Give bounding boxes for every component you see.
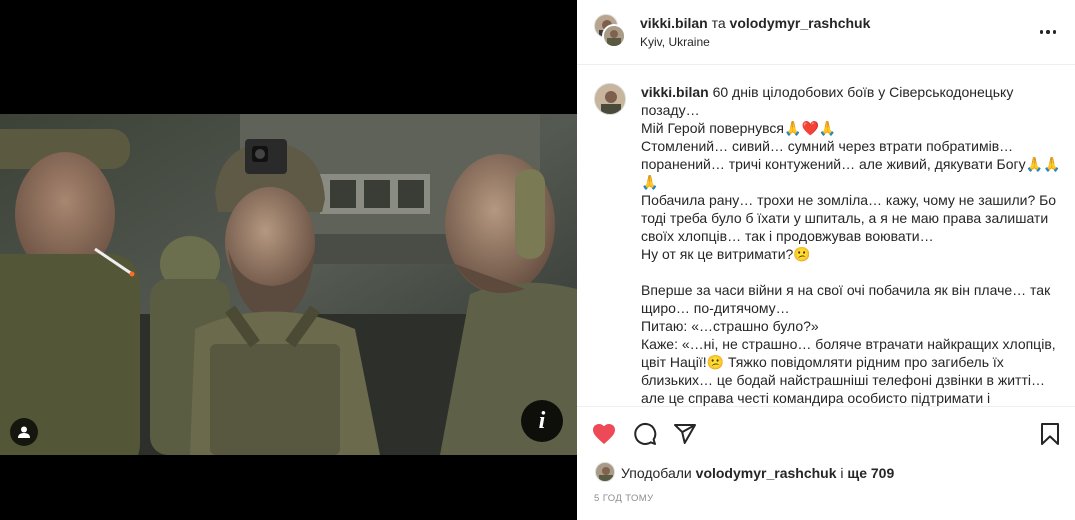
post-actions [577,406,1075,454]
dot-icon [1039,30,1044,34]
post-header: vikki.bilan та volodymyr_rashchuk Kyiv, … [577,0,1075,65]
caption-author-avatar[interactable] [594,83,626,115]
liker-avatar[interactable] [595,462,615,482]
heart-filled-icon [593,424,615,444]
post-timestamp[interactable]: 5 год тому [594,493,654,504]
tagged-users-button[interactable] [10,418,38,446]
like-button[interactable] [591,421,617,447]
likes-middle: і [840,465,844,481]
bookmark-icon [1041,423,1059,445]
avatar-image [595,84,625,114]
caption-line [641,263,1061,281]
user-tag-icon [18,426,30,438]
likes-text: Уподобали volodymyr_rashchuk і ще 709 [621,465,894,481]
caption-area: vikki.bilan 60 днів цілодобових боїв у С… [577,66,1075,406]
post-media-pane: i [0,0,577,520]
avatar-image [604,26,624,46]
caption-line: Каже: «…ні, не страшно… боляче втрачати … [641,336,1056,406]
caption-line: Мій Герой повернувся🙏❤️🙏 [641,120,837,136]
share-button[interactable] [672,421,698,447]
likes-count-link[interactable]: ще 709 [847,465,894,481]
post-caption: vikki.bilan 60 днів цілодобових боїв у С… [641,83,1061,406]
likes-prefix: Уподобали [621,465,692,481]
caption-line: Питаю: «…страшно було?» [641,318,819,334]
dot-icon [1052,30,1057,34]
likes-summary: Уподобали volodymyr_rashchuk і ще 709 [577,455,1075,485]
coauthor-username-link[interactable]: volodymyr_rashchuk [730,15,871,31]
location-link[interactable]: Kyiv, Ukraine [640,35,710,49]
photo-image [0,114,577,455]
info-icon: i [538,407,546,434]
author-username-link[interactable]: vikki.bilan [640,15,708,31]
caption-author-link[interactable]: vikki.bilan [641,84,709,100]
more-options-button[interactable] [1038,22,1058,42]
post-sidebar: vikki.bilan та volodymyr_rashchuk Kyiv, … [577,0,1075,520]
share-icon [674,424,696,444]
post-authors: vikki.bilan та volodymyr_rashchuk [640,15,870,31]
coauthor-avatar[interactable] [602,24,626,48]
authors-joiner: та [711,15,726,31]
avatar-image [596,463,614,481]
liker-username-link[interactable]: volodymyr_rashchuk [696,465,837,481]
caption-line: Стомлений… сивий… сумний через втрати по… [641,138,1061,190]
save-button[interactable] [1037,421,1063,447]
caption-line: Побачила рану… трохи не зомліла… кажу, ч… [641,192,1057,244]
post-photo[interactable] [0,114,577,455]
alt-info-button[interactable]: i [521,400,563,442]
caption-line: Вперше за часи війни я на свої очі побач… [641,282,1051,316]
comment-button[interactable] [632,421,658,447]
caption-line: vikki.bilan 60 днів цілодобових боїв у С… [641,83,1061,119]
caption-line: Ну от як це витримати?😕 [641,246,811,262]
dot-icon [1046,30,1050,34]
comment-icon [634,423,657,445]
